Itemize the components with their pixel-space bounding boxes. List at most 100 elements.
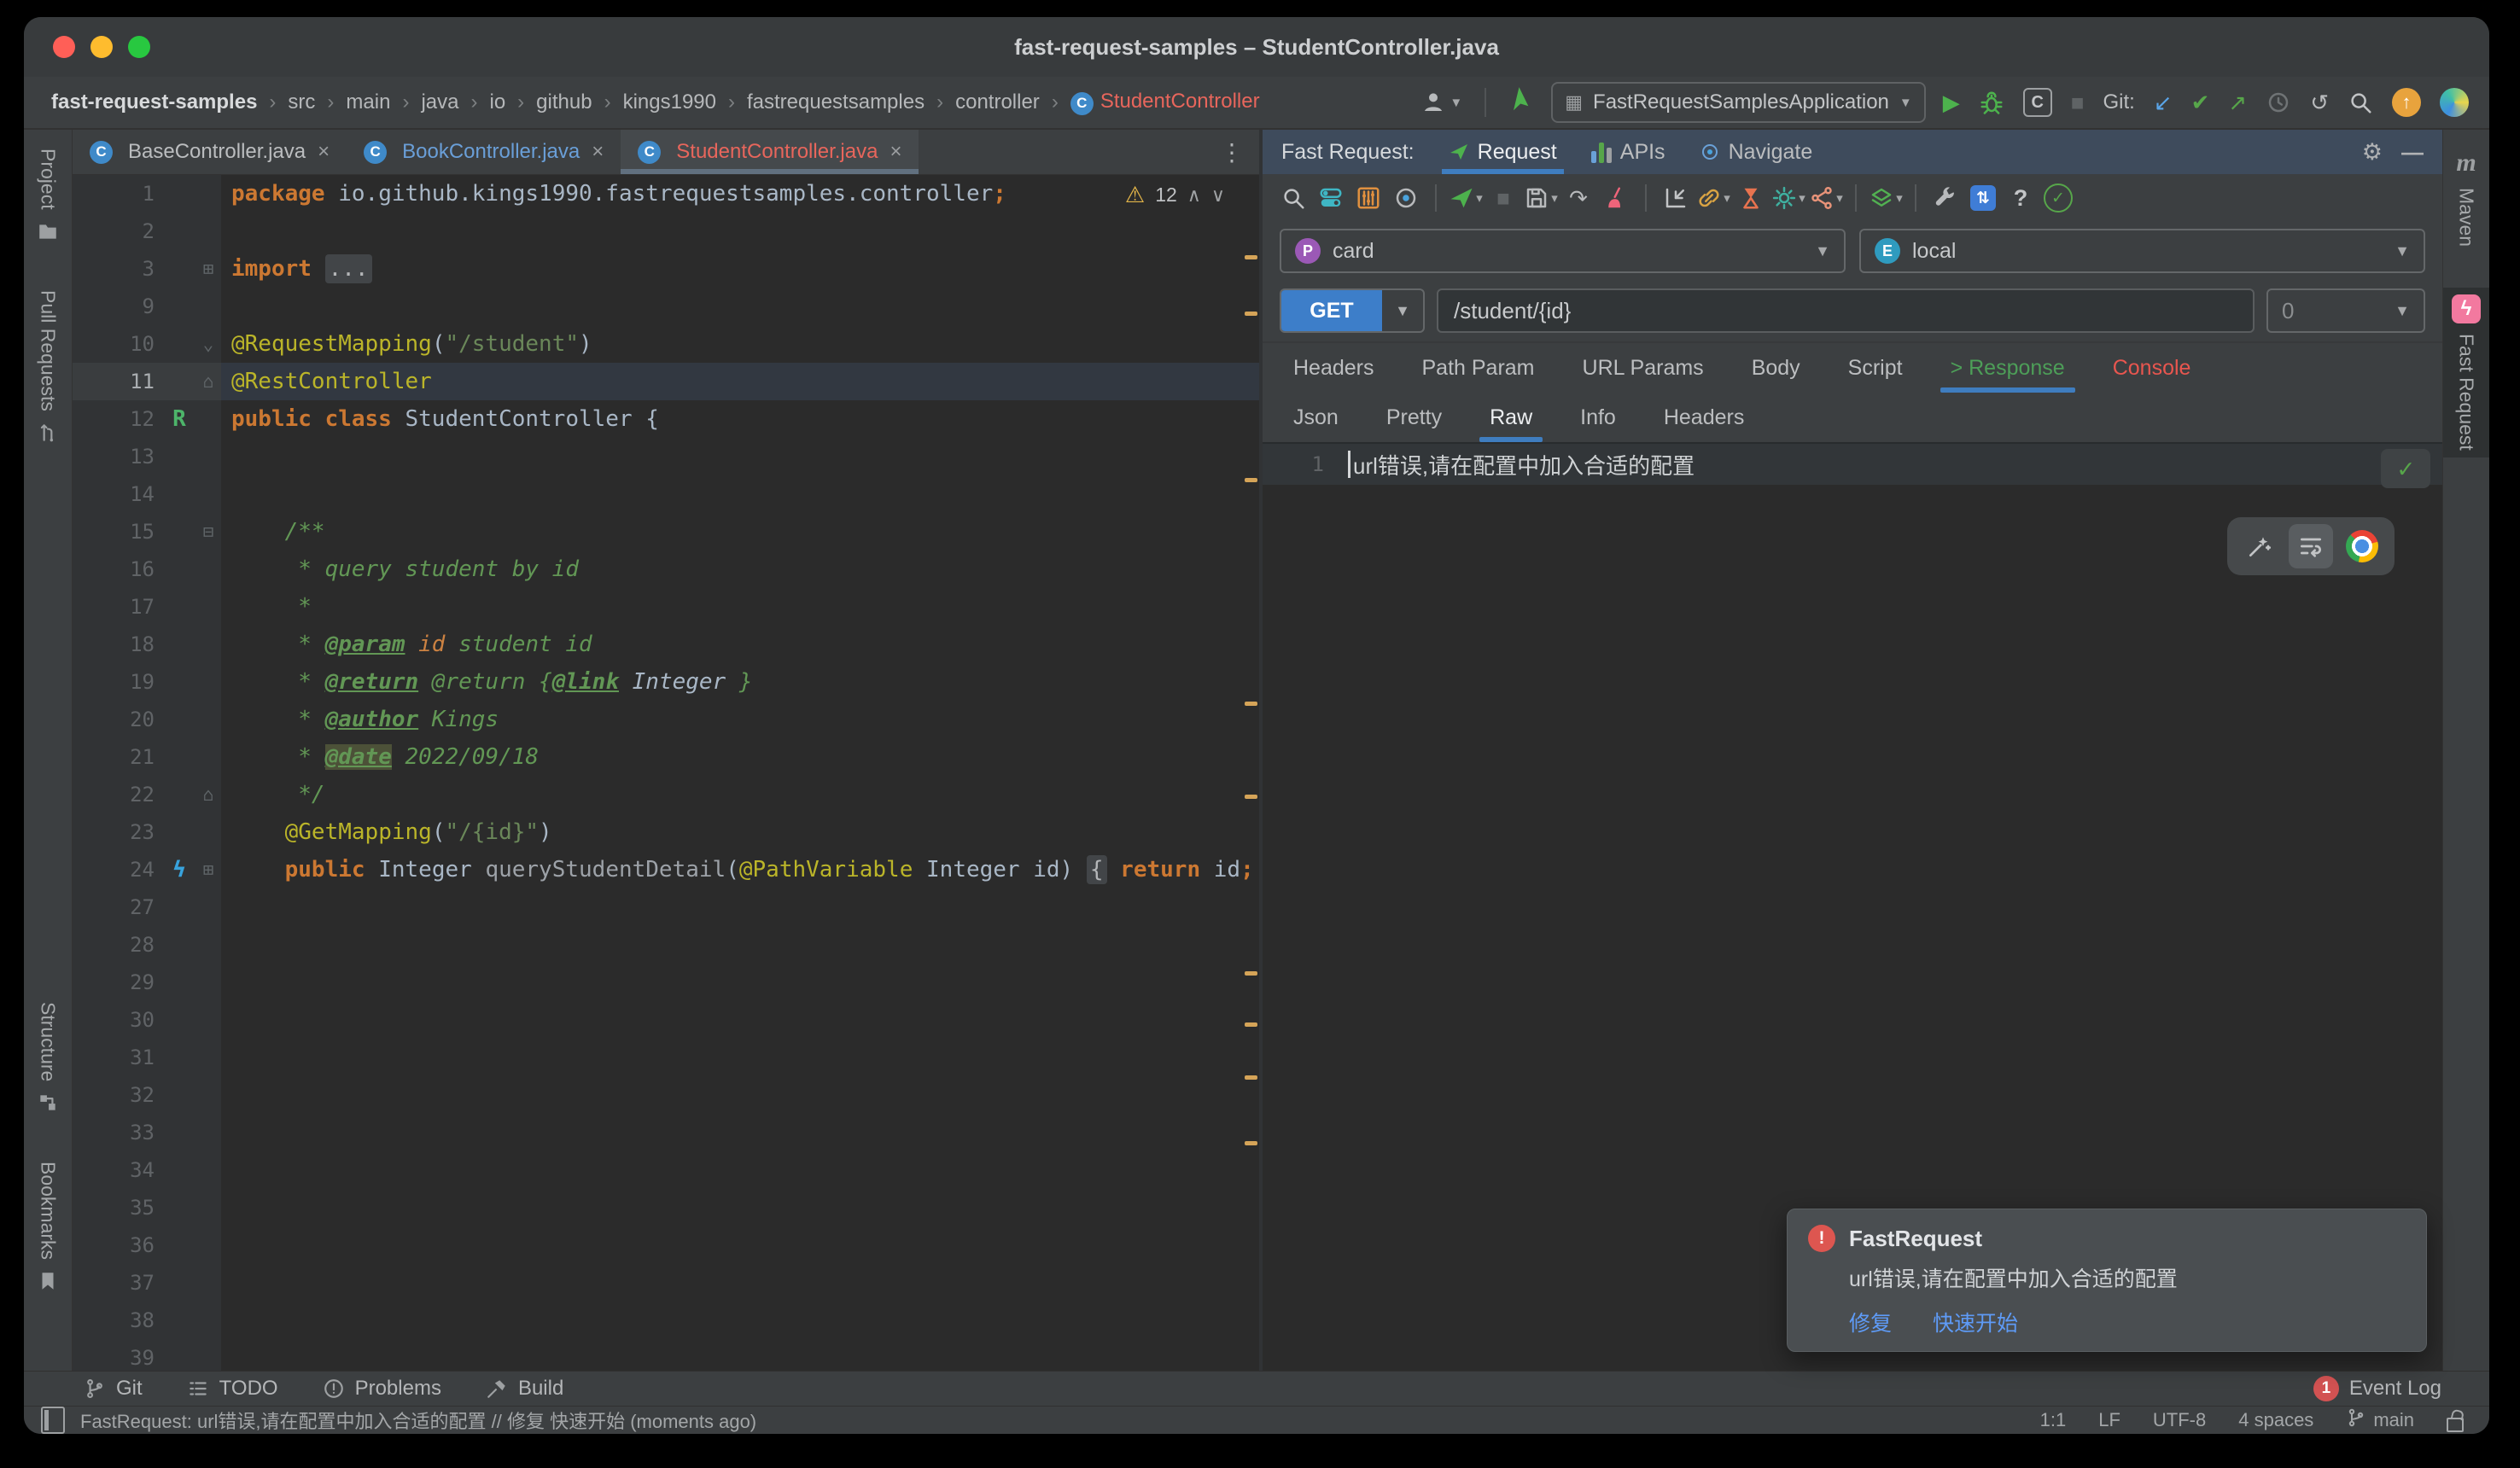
- tab-body[interactable]: Body: [1730, 343, 1823, 393]
- waiting-requests-button[interactable]: [1734, 181, 1768, 215]
- toolwindow-button-build[interactable]: Build: [486, 1377, 563, 1401]
- sidebar-item-fast-request[interactable]: ϟFast Request: [2443, 288, 2489, 457]
- toolwindow-button-problems[interactable]: Problems: [323, 1377, 441, 1401]
- breadcrumb-item[interactable]: src: [288, 90, 315, 114]
- profile-button[interactable]: ▼: [1420, 90, 1462, 115]
- subtab-raw[interactable]: Raw: [1467, 393, 1555, 442]
- close-tab-icon[interactable]: ×: [592, 140, 604, 164]
- timeout-select[interactable]: 0 ▼: [2266, 288, 2425, 333]
- fast-request-send-icon[interactable]: ϟ: [172, 857, 186, 883]
- toolwindow-button-git[interactable]: Git: [84, 1377, 143, 1401]
- tools-button[interactable]: [1928, 181, 1963, 215]
- code-editor[interactable]: ⚠ 12 ∧ ∨ 1package io.github.kings1990.fa…: [73, 175, 1259, 1371]
- verified-button[interactable]: ✓: [2041, 181, 2075, 215]
- fold-marker[interactable]: ⌂: [195, 784, 221, 805]
- tab-console[interactable]: Console: [2091, 343, 2214, 393]
- sidebar-item-pull-requests[interactable]: Pull Requests: [37, 283, 60, 451]
- toggle-settings-button[interactable]: [1314, 181, 1348, 215]
- tab-apis[interactable]: APIs: [1591, 130, 1665, 174]
- editor-tab[interactable]: CBaseController.java×: [73, 130, 347, 174]
- update-project-button[interactable]: ↙: [2154, 91, 2173, 114]
- tab-request[interactable]: Request: [1449, 130, 1557, 174]
- retry-button[interactable]: ↷: [1561, 181, 1595, 215]
- stop-request-button[interactable]: ■: [1486, 181, 1520, 215]
- unlock-icon[interactable]: [2447, 1418, 2464, 1432]
- tool-window-toggle-icon[interactable]: [41, 1407, 65, 1434]
- tab-options-icon[interactable]: ⋮: [1220, 130, 1259, 174]
- stop-button[interactable]: ■: [2071, 91, 2085, 114]
- editor-tab[interactable]: CStudentController.java×: [621, 130, 919, 174]
- event-log-button[interactable]: 1 Event Log: [2313, 1376, 2441, 1401]
- gutter-icon[interactable]: R: [163, 406, 195, 432]
- scope-button[interactable]: [1389, 181, 1423, 215]
- subtab-json[interactable]: Json: [1271, 393, 1361, 442]
- env-settings-button[interactable]: [1351, 181, 1385, 215]
- response-editor[interactable]: 1 url错误,请在配置中加入合适的配置 ✓ ! FastRequest url…: [1263, 442, 2442, 1371]
- search-everywhere-button[interactable]: [2348, 90, 2373, 115]
- editor-tab[interactable]: CBookController.java×: [347, 130, 621, 174]
- fold-marker[interactable]: ⊞: [195, 259, 221, 279]
- run-button[interactable]: ▶: [1943, 91, 1960, 114]
- debug-button[interactable]: [1979, 90, 2004, 115]
- help-button[interactable]: ?: [2004, 181, 2038, 215]
- coverage-button[interactable]: C: [2023, 88, 2052, 117]
- breadcrumb-item[interactable]: github: [536, 90, 592, 114]
- api-settings-button[interactable]: ▾: [1771, 181, 1805, 215]
- rest-controller-icon[interactable]: R: [172, 406, 186, 432]
- fastrequest-jump-button[interactable]: [1508, 88, 1534, 118]
- breadcrumb-item[interactable]: main: [346, 90, 390, 114]
- project-select[interactable]: P card ▼: [1280, 229, 1846, 273]
- fold-marker[interactable]: ⊞: [195, 859, 221, 880]
- method-select[interactable]: GET ▼: [1280, 288, 1425, 333]
- close-tab-icon[interactable]: ×: [318, 140, 330, 164]
- tab-response[interactable]: > Response: [1928, 343, 2087, 393]
- stack-button[interactable]: ▾: [1869, 181, 1903, 215]
- breadcrumb-item[interactable]: fastrequestsamples: [747, 90, 925, 114]
- code-with-me-button[interactable]: [2440, 88, 2469, 117]
- next-warning-icon[interactable]: ∨: [1211, 184, 1225, 207]
- save-request-button[interactable]: ▾: [1524, 181, 1558, 215]
- inspection-widget[interactable]: ⚠ 12 ∧ ∨: [1125, 182, 1225, 208]
- breadcrumb-item[interactable]: kings1990: [623, 90, 716, 114]
- search-button[interactable]: [1276, 181, 1310, 215]
- subtab-pretty[interactable]: Pretty: [1364, 393, 1464, 442]
- tab-headers[interactable]: Headers: [1271, 343, 1397, 393]
- sidebar-item-maven[interactable]: mMaven: [2455, 142, 2478, 253]
- notification-action-link[interactable]: 修复: [1849, 1307, 1892, 1337]
- hide-panel-icon[interactable]: —: [2401, 139, 2424, 166]
- tab-navigate[interactable]: Navigate: [1700, 130, 1813, 174]
- environment-select[interactable]: E local ▼: [1859, 229, 2425, 273]
- prev-warning-icon[interactable]: ∧: [1187, 184, 1201, 207]
- subtab-headers[interactable]: Headers: [1642, 393, 1767, 442]
- translate-button[interactable]: ⇅: [1966, 181, 2000, 215]
- sidebar-item-project[interactable]: Project: [37, 142, 60, 249]
- share-button[interactable]: ▾: [1809, 181, 1843, 215]
- run-config-select[interactable]: ▦ FastRequestSamplesApplication ▼: [1551, 82, 1926, 123]
- fold-marker[interactable]: ⌂: [195, 371, 221, 392]
- breadcrumb-item[interactable]: fast-request-samples: [51, 90, 257, 114]
- open-in-browser-button[interactable]: [2340, 524, 2384, 568]
- fold-marker[interactable]: ⌄: [195, 334, 221, 354]
- close-tab-icon[interactable]: ×: [890, 140, 901, 164]
- toolwindow-button-todo[interactable]: TODO: [187, 1377, 278, 1401]
- send-request-button[interactable]: ▾: [1449, 181, 1483, 215]
- copy-url-button[interactable]: ▾: [1696, 181, 1730, 215]
- status-message[interactable]: FastRequest: url错误,请在配置中加入合适的配置 // 修复 快速…: [80, 1407, 756, 1434]
- notification-action-link[interactable]: 快速开始: [1933, 1307, 2018, 1337]
- sidebar-item-structure[interactable]: Structure: [37, 995, 60, 1121]
- git-branch-widget[interactable]: main: [2346, 1407, 2414, 1433]
- line-separator[interactable]: LF: [2098, 1409, 2120, 1431]
- gear-icon[interactable]: ⚙: [2362, 139, 2383, 166]
- soft-wrap-button[interactable]: [2289, 524, 2333, 568]
- tab-pathparam[interactable]: Path Param: [1400, 343, 1557, 393]
- breadcrumb-item[interactable]: java: [421, 90, 458, 114]
- subtab-info[interactable]: Info: [1558, 393, 1638, 442]
- caret-position[interactable]: 1:1: [2040, 1409, 2067, 1431]
- gutter-icon[interactable]: ϟ: [163, 857, 195, 883]
- tab-urlparams[interactable]: URL Params: [1560, 343, 1726, 393]
- breadcrumb-item[interactable]: CStudentController: [1070, 90, 1260, 115]
- url-input[interactable]: /student/{id}: [1437, 288, 2255, 333]
- history-button[interactable]: [2266, 90, 2291, 115]
- import-button[interactable]: [1659, 181, 1693, 215]
- rollback-button[interactable]: ↺: [2310, 91, 2329, 114]
